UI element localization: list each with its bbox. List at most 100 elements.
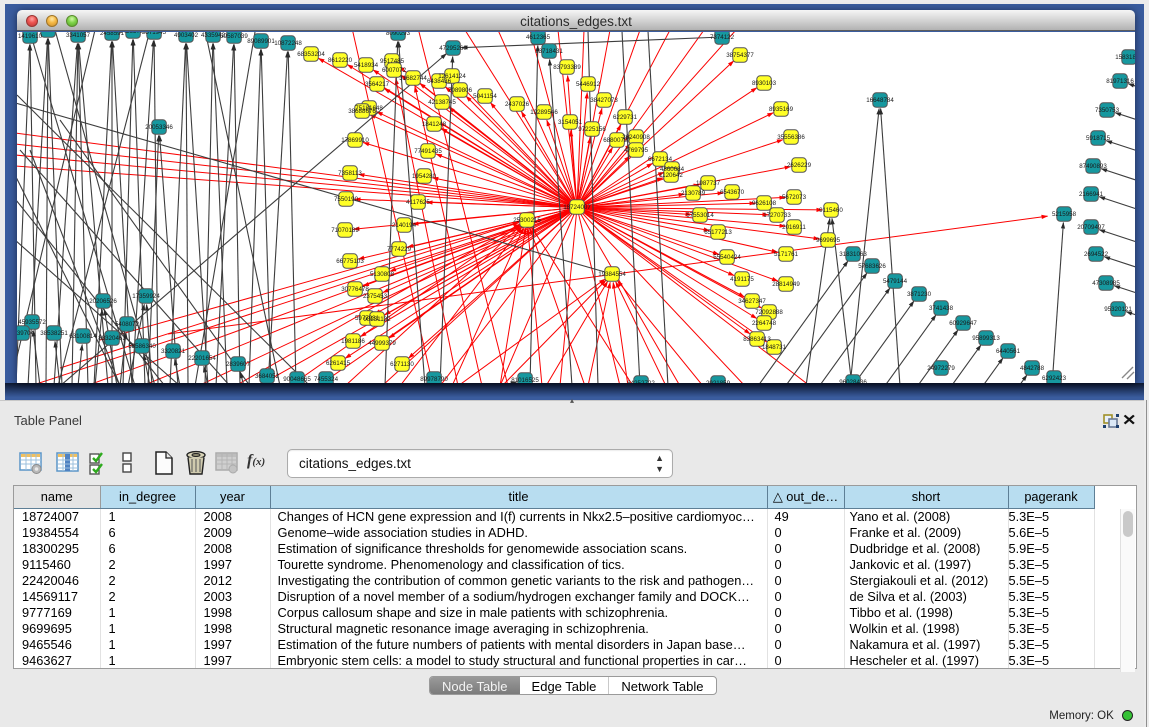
svg-text:88320463: 88320463 — [98, 335, 126, 342]
svg-text:90048665: 90048665 — [283, 376, 311, 383]
svg-text:3341057: 3341057 — [66, 32, 91, 39]
svg-text:42868828: 42868828 — [34, 32, 62, 34]
svg-text:58586340: 58586340 — [128, 343, 156, 350]
svg-text:7350753: 7350753 — [1095, 107, 1120, 114]
svg-text:20206526: 20206526 — [89, 298, 117, 305]
svg-text:2839607: 2839607 — [226, 361, 251, 368]
svg-text:2571945: 2571945 — [142, 32, 167, 36]
svg-text:63100814: 63100814 — [69, 333, 97, 340]
svg-text:9699695: 9699695 — [816, 237, 841, 244]
svg-text:17869910: 17869910 — [341, 137, 369, 144]
svg-text:47295260: 47295260 — [439, 45, 467, 52]
svg-text:34627347: 34627347 — [738, 298, 766, 305]
svg-text:8612220: 8612220 — [328, 57, 353, 64]
svg-text:9626108: 9626108 — [752, 200, 777, 207]
svg-text:23718431: 23718431 — [535, 48, 563, 55]
svg-text:81971316: 81971316 — [1106, 78, 1134, 85]
svg-text:7089806: 7089806 — [448, 87, 473, 94]
svg-text:4769795: 4769795 — [624, 147, 649, 154]
svg-text:2264748: 2264748 — [752, 320, 777, 327]
svg-text:6229731: 6229731 — [613, 114, 638, 121]
svg-text:9115460: 9115460 — [819, 207, 843, 214]
svg-text:2375453: 2375453 — [363, 293, 388, 300]
svg-text:4903402: 4903402 — [174, 32, 199, 39]
svg-text:5215958: 5215958 — [1052, 211, 1077, 218]
svg-text:4842788: 4842788 — [1020, 365, 1045, 372]
svg-text:5171761: 5171761 — [774, 251, 799, 258]
svg-text:17270733: 17270733 — [763, 212, 791, 219]
svg-text:15831819: 15831819 — [1115, 54, 1135, 61]
svg-text:8090293: 8090293 — [386, 32, 411, 37]
svg-text:9517485: 9517485 — [380, 58, 405, 65]
svg-text:22201654: 22201654 — [188, 355, 216, 362]
svg-text:4191175: 4191175 — [730, 276, 754, 283]
svg-text:1120642: 1120642 — [659, 172, 683, 179]
svg-text:72092888: 72092888 — [755, 309, 783, 316]
svg-text:87490893: 87490893 — [1079, 163, 1107, 170]
svg-text:7550190: 7550190 — [334, 196, 359, 203]
svg-text:66775103: 66775103 — [336, 258, 364, 265]
svg-text:98231132: 98231132 — [363, 316, 391, 323]
svg-text:4117625: 4117625 — [406, 199, 430, 206]
svg-text:83793389: 83793389 — [553, 64, 581, 71]
svg-text:6543670: 6543670 — [720, 189, 745, 196]
svg-text:65177213: 65177213 — [704, 229, 732, 236]
svg-text:5672073: 5672073 — [782, 194, 807, 201]
svg-text:55540424: 55540424 — [713, 254, 741, 261]
svg-text:26240908: 26240908 — [622, 134, 650, 141]
svg-text:4539704: 4539704 — [17, 330, 35, 337]
svg-text:3741438: 3741438 — [929, 305, 954, 312]
svg-text:8935169: 8935169 — [769, 106, 794, 113]
svg-text:19384554: 19384554 — [598, 271, 626, 278]
svg-text:3154051: 3154051 — [558, 119, 583, 126]
svg-text:68353204: 68353204 — [297, 51, 325, 58]
svg-text:96028436: 96028436 — [839, 379, 867, 383]
svg-text:95320121: 95320121 — [1104, 306, 1132, 313]
svg-text:30776478: 30776478 — [341, 286, 369, 293]
svg-text:1848731: 1848731 — [762, 344, 787, 351]
svg-text:60929647: 60929647 — [949, 320, 977, 327]
svg-text:3320821: 3320821 — [161, 348, 186, 355]
svg-text:1954280: 1954280 — [412, 173, 437, 180]
svg-text:6271130: 6271130 — [390, 361, 414, 368]
svg-text:20053346: 20053346 — [145, 124, 173, 131]
svg-text:6292423: 6292423 — [1042, 375, 1067, 382]
svg-text:1419610: 1419610 — [18, 33, 43, 40]
svg-text:89089901: 89089901 — [247, 38, 275, 45]
svg-text:3684052: 3684052 — [255, 373, 280, 380]
svg-text:44999379: 44999379 — [368, 340, 396, 347]
svg-text:89978790: 89978790 — [420, 376, 448, 383]
svg-text:38538251: 38538251 — [40, 330, 68, 337]
svg-text:4612365: 4612365 — [526, 34, 551, 41]
svg-text:24972279: 24972279 — [927, 365, 955, 372]
svg-text:83863413: 83863413 — [743, 336, 771, 343]
svg-text:2921859: 2921859 — [706, 380, 731, 383]
svg-text:2140194: 2140194 — [392, 222, 417, 229]
svg-text:5446912: 5446912 — [576, 81, 601, 88]
svg-text:25300215: 25300215 — [513, 217, 541, 224]
svg-text:38688676: 38688676 — [348, 108, 376, 115]
svg-text:38754377: 38754377 — [726, 52, 754, 59]
svg-text:2694522: 2694522 — [1084, 251, 1109, 258]
svg-text:7374122: 7374122 — [710, 34, 735, 41]
svg-text:97225156: 97225156 — [578, 126, 606, 133]
svg-text:3871230: 3871230 — [907, 291, 932, 298]
svg-text:31682744: 31682744 — [399, 75, 427, 82]
svg-text:1987737: 1987737 — [696, 180, 721, 187]
svg-text:57553014: 57553014 — [686, 212, 714, 219]
svg-text:17359924: 17359924 — [132, 293, 160, 300]
svg-text:95899313: 95899313 — [972, 335, 1000, 342]
svg-text:16648784: 16648784 — [866, 97, 894, 104]
svg-text:84252722: 84252722 — [627, 380, 655, 383]
svg-text:2130789: 2130789 — [681, 190, 706, 197]
svg-text:2166941: 2166941 — [1079, 191, 1104, 198]
svg-text:38427073: 38427073 — [590, 97, 618, 104]
svg-text:39587039: 39587039 — [220, 33, 248, 40]
svg-text:47308985: 47308985 — [1092, 280, 1120, 287]
svg-text:3564217: 3564217 — [365, 81, 390, 88]
svg-text:19289546: 19289546 — [530, 109, 558, 116]
svg-text:10872248: 10872248 — [274, 40, 302, 47]
svg-text:42138745: 42138745 — [428, 99, 456, 106]
svg-text:8930103: 8930103 — [752, 80, 777, 87]
svg-text:6261415: 6261415 — [326, 360, 351, 367]
